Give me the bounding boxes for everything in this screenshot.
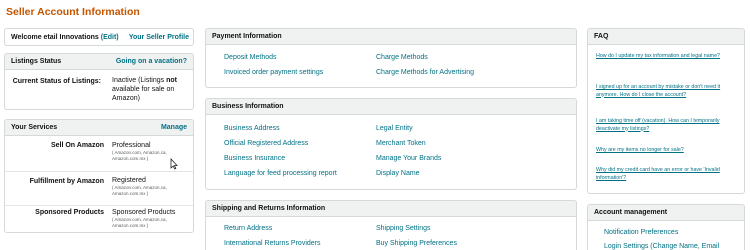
manage-services-link[interactable]: Manage [161, 124, 187, 131]
buy-shipping-link[interactable]: Buy Shipping Preferences [376, 240, 457, 247]
invoiced-payment-link[interactable]: Invoiced order payment settings [224, 69, 323, 76]
login-settings-link[interactable]: Login Settings (Change Name, Email [604, 243, 719, 250]
service-value-text: Professional [112, 142, 151, 149]
service-marketplaces: ( Amazon.com, Amazon.ca, Amazon.com.mx ) [112, 185, 167, 196]
listings-status-header: Listings Status Going on a vacation? [5, 54, 193, 70]
business-address-link[interactable]: Business Address [224, 125, 280, 132]
advertising-charge-link[interactable]: Charge Methods for Advertising [376, 69, 474, 76]
faq-link[interactable]: How do I update my tax information and l… [596, 53, 740, 61]
service-row: Sponsored Products Sponsored Products ( … [5, 206, 193, 232]
faq-box: FAQ How do I update my tax information a… [587, 28, 745, 194]
payment-box: Payment Information Deposit Methods Char… [205, 28, 577, 88]
listings-status-box: Listings Status Going on a vacation? Cur… [4, 53, 194, 110]
mouse-cursor-icon [170, 158, 178, 170]
welcome-label: Welcome etail Innovations [11, 34, 99, 41]
business-box: Business Information Business Address Le… [205, 98, 577, 190]
merchant-token-link[interactable]: Merchant Token [376, 140, 426, 147]
faq-link[interactable]: I am taking time off (vacation). How can… [596, 118, 740, 133]
account-management-header: Account management [588, 205, 744, 221]
service-label: Sell On Amazon [50, 142, 104, 149]
notification-preferences-link[interactable]: Notification Preferences [604, 229, 678, 236]
feed-language-link[interactable]: Language for feed processing report [224, 170, 337, 177]
edit-name-link[interactable]: (Edit) [101, 34, 119, 41]
account-management-title: Account management [594, 209, 668, 216]
manage-brands-link[interactable]: Manage Your Brands [376, 155, 441, 162]
service-value: Professional ( Amazon.com, Amazon.ca, Am… [112, 142, 192, 161]
service-value-text: Registered [112, 177, 146, 184]
intl-returns-link[interactable]: International Returns Providers [224, 240, 321, 247]
return-address-link[interactable]: Return Address [224, 225, 272, 232]
services-title: Your Services [11, 124, 58, 131]
shipping-box: Shipping and Returns Information Return … [205, 200, 577, 250]
page-title: Seller Account Information [6, 6, 140, 18]
service-value-text: Sponsored Products [112, 209, 176, 216]
service-row: Sell On Amazon Professional ( Amazon.com… [5, 136, 193, 172]
account-management-box: Account management Notification Preferen… [587, 204, 745, 250]
business-title: Business Information [212, 103, 284, 110]
service-value: Registered ( Amazon.com, Amazon.ca, Amaz… [112, 177, 192, 196]
listing-status-label: Current Status of Listings: [12, 78, 101, 85]
vacation-link[interactable]: Going on a vacation? [116, 58, 187, 65]
service-marketplaces: ( Amazon.com, Amazon.ca, Amazon.com.mx ) [112, 150, 167, 161]
shipping-header: Shipping and Returns Information [206, 201, 576, 217]
welcome-box: Welcome etail Innovations (Edit) Your Se… [4, 28, 194, 46]
service-marketplaces: ( Amazon.com, Amazon.ca, Amazon.com.mx ) [112, 217, 167, 228]
payment-header: Payment Information [206, 29, 576, 45]
registered-address-link[interactable]: Official Registered Address [224, 140, 308, 147]
service-label: Sponsored Products [35, 209, 104, 216]
service-row: Fulfillment by Amazon Registered ( Amazo… [5, 172, 193, 206]
shipping-title: Shipping and Returns Information [212, 205, 326, 212]
welcome-text: Welcome etail Innovations (Edit) [11, 34, 119, 41]
faq-title: FAQ [594, 33, 609, 40]
business-insurance-link[interactable]: Business Insurance [224, 155, 285, 162]
service-value: Sponsored Products ( Amazon.com, Amazon.… [112, 209, 192, 228]
status-text-a: Inactive (Listings [112, 77, 167, 84]
services-header: Your Services Manage [5, 120, 193, 136]
faq-header: FAQ [588, 29, 744, 45]
payment-title: Payment Information [212, 33, 282, 40]
listing-status-value: Inactive (Listings not available for sal… [112, 76, 193, 103]
seller-profile-link[interactable]: Your Seller Profile [129, 34, 189, 41]
display-name-link[interactable]: Display Name [376, 170, 420, 177]
service-label: Fulfillment by Amazon [29, 178, 104, 185]
faq-link[interactable]: Why did my credit card have an error or … [596, 167, 740, 182]
charge-methods-link[interactable]: Charge Methods [376, 54, 428, 61]
faq-link[interactable]: Why are my items no longer for sale? [596, 147, 740, 155]
listings-status-title: Listings Status [11, 58, 62, 65]
faq-link[interactable]: I signed up for an account by mistake or… [596, 84, 740, 99]
shipping-settings-link[interactable]: Shipping Settings [376, 225, 430, 232]
status-text-c: available for sale on Amazon) [112, 86, 175, 102]
business-header: Business Information [206, 99, 576, 115]
services-box: Your Services Manage Sell On Amazon Prof… [4, 119, 194, 233]
status-text-b: not [166, 77, 177, 84]
legal-entity-link[interactable]: Legal Entity [376, 125, 413, 132]
deposit-methods-link[interactable]: Deposit Methods [224, 54, 277, 61]
